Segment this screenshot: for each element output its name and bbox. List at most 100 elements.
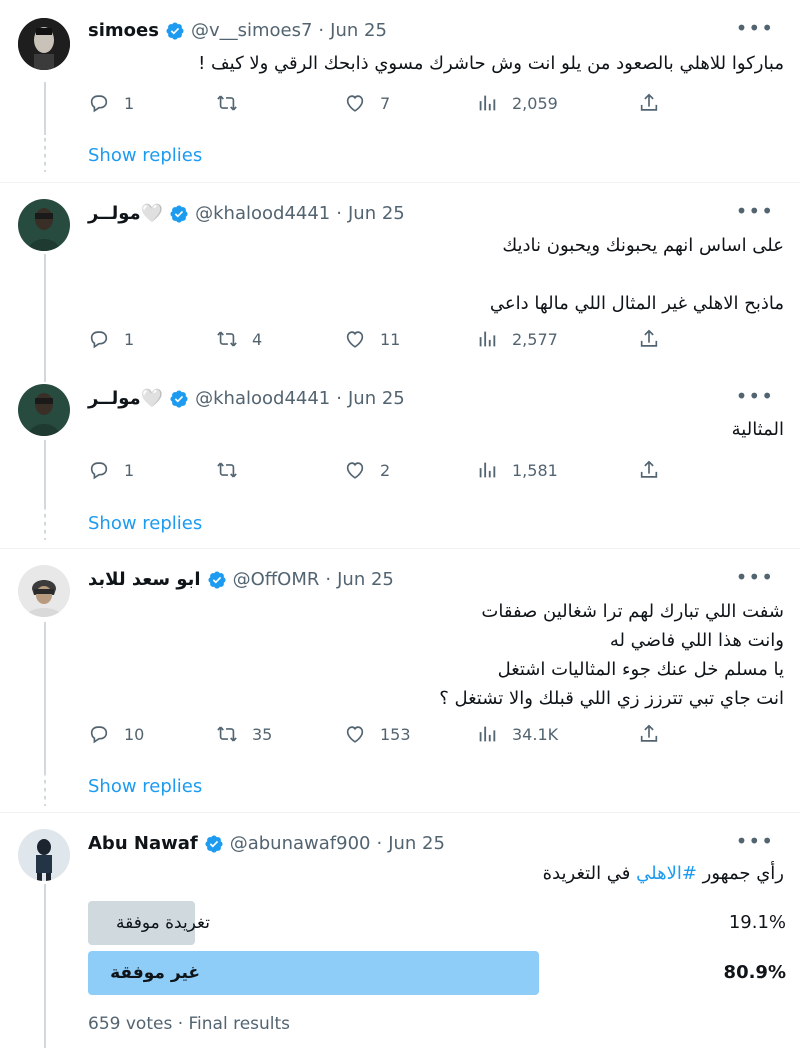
share-button[interactable] [638, 723, 660, 745]
handle[interactable]: @khalood4441 [195, 388, 330, 409]
tweet-text-line: انت جاي تبي تترزز زي اللي قبلك والا تشتغ… [439, 688, 784, 709]
show-replies-link[interactable]: Show replies [88, 776, 202, 797]
handle[interactable]: @OffOMR [233, 569, 320, 590]
share-button[interactable] [638, 328, 660, 350]
tweet-text-part: رأي جمهور [696, 863, 784, 884]
tweet-text: شفت اللي تبارك لهم ترا شغالين صفقات وانت… [439, 597, 784, 713]
heart-icon [344, 459, 366, 481]
tweet-text: المثالية [732, 415, 784, 444]
like-count: 11 [380, 329, 401, 349]
hashtag-link[interactable]: #الاهلي [636, 863, 697, 884]
more-icon[interactable]: ••• [736, 199, 774, 223]
tweet[interactable]: simoes @v__simoes7 · Jun 25 ••• مباركوا … [0, 0, 800, 182]
reply-count: 10 [124, 724, 145, 744]
display-name[interactable]: مولــر🤍 [88, 388, 163, 409]
tweet-text-line: وانت هذا اللي فاضي له [609, 630, 784, 651]
share-icon [638, 459, 660, 481]
reply-icon [88, 92, 110, 114]
views-icon [476, 723, 498, 745]
avatar[interactable] [18, 18, 70, 70]
like-button[interactable]: 11 [344, 328, 400, 350]
like-count: 7 [380, 93, 391, 113]
tweet-text: رأي جمهور #الاهلي في التغريدة [543, 859, 784, 888]
retweet-icon [216, 92, 238, 114]
display-name[interactable]: ابو سعد للابد [88, 569, 201, 590]
more-icon[interactable]: ••• [736, 829, 774, 853]
tweet-text-line: يا مسلم خل عنك جوء المثاليات اشتغل [497, 659, 784, 680]
avatar[interactable] [18, 829, 70, 881]
like-button[interactable]: 2 [344, 459, 390, 481]
retweet-button[interactable] [216, 92, 252, 114]
retweet-button[interactable]: 4 [216, 328, 262, 350]
handle[interactable]: @v__simoes7 [191, 20, 312, 41]
tweet-date[interactable]: Jun 25 [388, 833, 445, 854]
reply-count: 1 [124, 329, 135, 349]
reply-icon [88, 459, 110, 481]
tweet[interactable]: مولــر🤍 @khalood4441 · Jun 25 ••• على اس… [0, 183, 800, 368]
share-button[interactable] [638, 92, 660, 114]
heart-icon [344, 328, 366, 350]
tweet-text: مباركوا للاهلي بالصعود من يلو انت وش حاش… [198, 49, 784, 78]
more-icon[interactable]: ••• [736, 565, 774, 589]
tweet-date[interactable]: Jun 25 [348, 203, 405, 224]
poll-option-percent: 19.1% [728, 912, 786, 933]
retweet-icon [216, 328, 238, 350]
display-name[interactable]: simoes [88, 20, 159, 41]
avatar[interactable] [18, 384, 70, 436]
like-button[interactable]: 153 [344, 723, 411, 745]
tweet-date[interactable]: Jun 25 [330, 20, 387, 41]
tweet-date[interactable]: Jun 25 [337, 569, 394, 590]
share-icon [638, 723, 660, 745]
reply-button[interactable]: 1 [88, 92, 134, 114]
tweet-text-line: ماذبح الاهلي غير المثال اللي مالها داعي [489, 293, 784, 314]
reply-icon [88, 328, 110, 350]
tweet-text-line: المثالية [731, 419, 784, 440]
separator-dot: · [318, 20, 325, 41]
tweet-text-part: في التغريدة [542, 863, 637, 884]
retweet-button[interactable]: 35 [216, 723, 272, 745]
views-button[interactable]: 34.1K [476, 723, 558, 745]
tweet-date[interactable]: Jun 25 [348, 388, 405, 409]
reply-button[interactable]: 1 [88, 459, 134, 481]
reply-button[interactable]: 1 [88, 328, 134, 350]
handle[interactable]: @khalood4441 [195, 203, 330, 224]
reply-button[interactable]: 10 [88, 723, 144, 745]
views-button[interactable]: 1,581 [476, 459, 558, 481]
views-icon [476, 328, 498, 350]
retweet-count: 4 [252, 329, 263, 349]
show-replies-link[interactable]: Show replies [88, 513, 202, 534]
poll-option-label: غير موفقة [110, 963, 200, 983]
separator-dot: · [336, 388, 342, 409]
avatar[interactable] [18, 199, 70, 251]
view-count: 1,581 [512, 460, 558, 480]
separator-dot: · [376, 833, 383, 854]
views-button[interactable]: 2,577 [476, 328, 558, 350]
share-button[interactable] [638, 459, 660, 481]
poll-option-label: تغريدة موفقة [115, 913, 210, 933]
tweet[interactable]: مولــر🤍 @khalood4441 · Jun 25 ••• المثال… [0, 368, 800, 548]
heart-icon [344, 92, 366, 114]
verified-badge-icon [169, 204, 189, 224]
views-icon [476, 459, 498, 481]
handle[interactable]: @abunawaf900 [230, 833, 371, 854]
like-count: 153 [380, 724, 411, 744]
show-replies-link[interactable]: Show replies [88, 145, 202, 166]
avatar[interactable] [18, 565, 70, 617]
poll-option: تغريدة موفقة 19.1% [88, 901, 786, 945]
retweet-button[interactable] [216, 459, 252, 481]
view-count: 2,059 [512, 93, 558, 113]
tweet[interactable]: Abu Nawaf @abunawaf900 · Jun 25 ••• رأي … [0, 813, 800, 1048]
like-button[interactable]: 7 [344, 92, 390, 114]
more-icon[interactable]: ••• [736, 384, 774, 408]
reply-count: 1 [124, 460, 135, 480]
poll-results-summary: 659 votes · Final results [88, 1014, 291, 1034]
display-name[interactable]: Abu Nawaf [88, 833, 198, 854]
display-name[interactable]: مولــر🤍 [88, 203, 163, 224]
tweet[interactable]: ابو سعد للابد @OffOMR · Jun 25 ••• شفت ا… [0, 549, 800, 812]
more-icon[interactable]: ••• [736, 16, 774, 40]
share-icon [638, 92, 660, 114]
verified-badge-icon [207, 570, 227, 590]
verified-badge-icon [165, 21, 185, 41]
views-button[interactable]: 2,059 [476, 92, 558, 114]
reply-count: 1 [124, 93, 135, 113]
